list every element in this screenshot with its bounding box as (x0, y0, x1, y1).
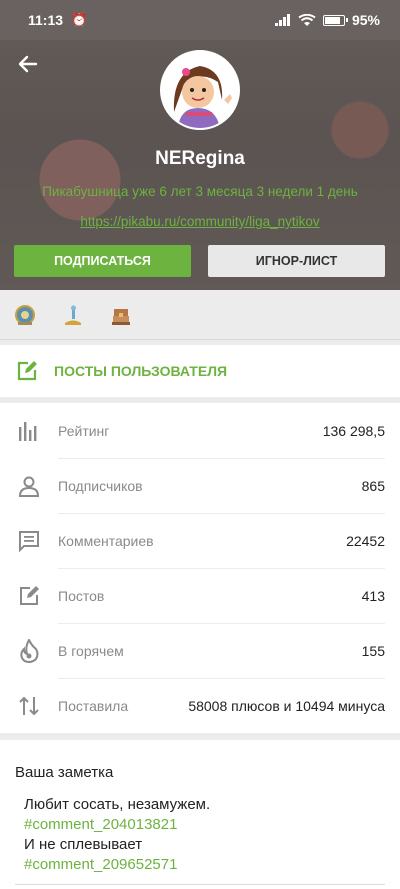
stat-label: Рейтинг (58, 422, 110, 439)
ignore-list-button[interactable]: ИГНОР-ЛИСТ (208, 245, 385, 277)
stat-comments[interactable]: Комментариев 22452 (0, 513, 400, 568)
fire-icon (16, 638, 42, 664)
note-comment-link[interactable]: #comment_209652571 (24, 855, 385, 875)
stat-posts[interactable]: Постов 413 (0, 568, 400, 623)
stat-value: 865 (361, 477, 385, 494)
stat-label: Поставила (58, 697, 129, 714)
stat-value: 413 (361, 587, 385, 604)
avatar[interactable] (160, 50, 240, 130)
battery-percent: 95% (351, 12, 380, 28)
award-trophy-icon[interactable] (62, 304, 84, 326)
stat-rating: Рейтинг 136 298,5 (0, 403, 400, 458)
awards-row (0, 290, 400, 340)
stat-votes: Поставила 58008 плюсов и 10494 минуса (0, 678, 400, 733)
profile-link[interactable]: https://pikabu.ru/community/liga_nytikov (0, 214, 400, 229)
stats-list: Рейтинг 136 298,5 Подписчиков 865 Коммен… (0, 403, 400, 733)
comment-icon (16, 528, 42, 554)
back-arrow-icon[interactable] (16, 52, 46, 82)
edit-icon (16, 583, 42, 609)
stat-hot[interactable]: В горячем 155 (0, 623, 400, 678)
stat-subscribers[interactable]: Подписчиков 865 (0, 458, 400, 513)
rating-icon (16, 418, 42, 444)
note-line: Любит сосать, незамужем. (24, 796, 211, 813)
username: NERegina (155, 148, 245, 169)
wifi-icon (298, 13, 316, 26)
stat-label: В горячем (58, 642, 124, 659)
status-time: 11:13 (28, 12, 64, 28)
profile-header: NERegina Пикабушница уже 6 лет 3 месяца … (0, 40, 400, 290)
stat-value: 58008 плюсов и 10494 минуса (188, 697, 385, 714)
signal-icon (274, 14, 290, 26)
stat-label: Комментариев (58, 532, 154, 549)
user-posts-label: ПОСТЫ ПОЛЬЗОВАТЕЛЯ (54, 363, 228, 379)
user-posts-button[interactable]: ПОСТЫ ПОЛЬЗОВАТЕЛЯ (0, 345, 400, 397)
user-icon (16, 473, 42, 499)
divider (15, 884, 385, 885)
note-title: Ваша заметка (15, 764, 114, 781)
stat-value: 155 (361, 642, 385, 659)
alarm-icon: ⏰ (71, 12, 88, 27)
stat-label: Подписчиков (58, 477, 143, 494)
stat-value: 22452 (346, 532, 385, 549)
stat-label: Постов (58, 587, 105, 604)
tenure-text: Пикабушница уже 6 лет 3 месяца 3 недели … (42, 184, 358, 199)
arrows-updown-icon (16, 693, 42, 719)
user-note[interactable]: Ваша заметка Любит сосать, незамужем. #c… (0, 740, 400, 889)
stat-value: 136 298,5 (322, 422, 385, 439)
award-chest-icon[interactable] (110, 304, 132, 326)
status-bar: 11:13 ⏰ 95% (0, 0, 400, 40)
battery-icon (322, 14, 348, 26)
note-comment-link[interactable]: #comment_204013821 (24, 815, 385, 835)
award-medal-icon[interactable] (14, 304, 36, 326)
note-line: И не сплевывает (24, 836, 143, 853)
subscribe-button[interactable]: ПОДПИСАТЬСЯ (14, 245, 191, 277)
note-body: Любит сосать, незамужем. #comment_204013… (15, 795, 385, 875)
edit-icon (17, 361, 37, 381)
